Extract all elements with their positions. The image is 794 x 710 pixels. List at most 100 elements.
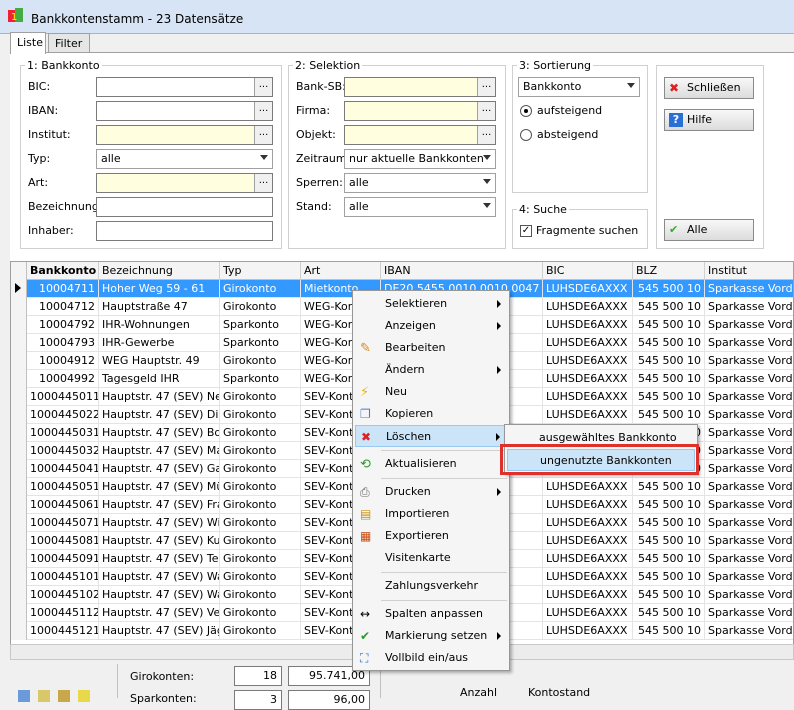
menu-loeschen[interactable]: ✖ Löschen — [355, 425, 507, 447]
scroll-left-icon[interactable] — [31, 647, 39, 657]
sperren-select[interactable]: alle — [344, 173, 496, 193]
col-art[interactable]: Art — [301, 262, 381, 280]
menu-bearbeiten[interactable]: ✎ Bearbeiten — [355, 337, 507, 359]
row-marker[interactable] — [11, 298, 27, 316]
sparkonten-label: Sparkonten: — [130, 692, 197, 705]
row-marker[interactable] — [11, 370, 27, 388]
objekt-lookup-button[interactable]: ... — [477, 126, 495, 144]
iban-input[interactable]: ... — [96, 101, 273, 121]
row-marker[interactable] — [11, 442, 27, 460]
row-marker[interactable] — [11, 388, 27, 406]
fragmente-checkbox[interactable]: ✓ — [520, 225, 532, 237]
table-cell: Sparkasse Vorderp — [705, 550, 793, 568]
menu-markierung-setzen[interactable]: ✔ Markierung setzen — [355, 625, 507, 647]
toolbar-icon[interactable] — [38, 690, 50, 702]
row-marker[interactable] — [11, 406, 27, 424]
col-iban[interactable]: IBAN — [381, 262, 543, 280]
menu-separator — [381, 600, 507, 601]
menu-importieren[interactable]: ▤ Importieren — [355, 503, 507, 525]
row-marker[interactable] — [11, 352, 27, 370]
art-input[interactable]: ... — [96, 173, 273, 193]
art-lookup-button[interactable]: ... — [254, 174, 272, 192]
row-marker[interactable] — [11, 478, 27, 496]
menu-visitenkarte[interactable]: Visitenkarte — [355, 547, 507, 569]
row-marker[interactable] — [11, 514, 27, 532]
bic-lookup-button[interactable]: ... — [254, 78, 272, 96]
table-cell: 1000445102 — [27, 586, 99, 604]
table-cell: Hauptstr. 47 (SEV) Bohn — [99, 424, 220, 442]
row-marker[interactable] — [11, 604, 27, 622]
close-icon: ✖ — [669, 81, 680, 95]
menu-label: Exportieren — [385, 529, 449, 542]
menu-anzeigen[interactable]: Anzeigen — [355, 315, 507, 337]
row-marker[interactable] — [11, 532, 27, 550]
bank-sb-lookup-button[interactable]: ... — [477, 78, 495, 96]
zeitraum-value: nur aktuelle Bankkonten — [349, 152, 484, 165]
sort-asc-radio[interactable] — [520, 105, 532, 117]
menu-spalten-anpassen[interactable]: ↔ Spalten anpassen — [355, 603, 507, 625]
toolbar-icon[interactable] — [18, 690, 30, 702]
table-cell: 545 500 10 — [633, 352, 705, 370]
row-marker[interactable] — [11, 586, 27, 604]
col-bic[interactable]: BIC — [543, 262, 633, 280]
kontostand-label: Kontostand — [528, 686, 591, 699]
menu-label: Markierung setzen — [385, 629, 488, 642]
table-cell: LUHSDE6AXXX — [543, 478, 633, 496]
row-marker[interactable] — [11, 460, 27, 478]
table-cell: Girokonto — [220, 496, 301, 514]
tab-filter[interactable]: Filter — [48, 33, 90, 53]
window-title: Bankkontenstamm - 23 Datensätze — [31, 12, 244, 26]
row-marker[interactable] — [11, 568, 27, 586]
tab-liste[interactable]: Liste — [10, 32, 46, 54]
menu-drucken[interactable]: ⎙ Drucken — [355, 481, 507, 503]
inhaber-input[interactable] — [96, 221, 273, 241]
sperren-value: alle — [349, 176, 369, 189]
table-cell: Hauptstr. 47 (SEV) Frank — [99, 496, 220, 514]
stand-select[interactable]: alle — [344, 197, 496, 217]
row-marker[interactable] — [11, 280, 27, 298]
objekt-input[interactable]: ... — [344, 125, 496, 145]
sortierung-select[interactable]: Bankkonto — [518, 77, 640, 97]
menu-aendern[interactable]: Ändern — [355, 359, 507, 381]
table-cell: 545 500 10 — [633, 280, 705, 298]
row-marker[interactable] — [11, 316, 27, 334]
row-marker[interactable] — [11, 424, 27, 442]
toolbar-icon[interactable] — [58, 690, 70, 702]
close-button[interactable]: ✖ Schließen — [664, 77, 754, 99]
row-marker[interactable] — [11, 550, 27, 568]
table-cell: Girokonto — [220, 532, 301, 550]
bic-input[interactable]: ... — [96, 77, 273, 97]
bank-sb-input[interactable]: ... — [344, 77, 496, 97]
menu-zahlungsverkehr[interactable]: Zahlungsverkehr — [355, 575, 507, 597]
row-marker[interactable] — [11, 496, 27, 514]
institut-lookup-button[interactable]: ... — [254, 126, 272, 144]
zeitraum-select[interactable]: nur aktuelle Bankkonten — [344, 149, 496, 169]
toolbar-icon[interactable] — [78, 690, 90, 702]
table-cell: LUHSDE6AXXX — [543, 280, 633, 298]
sort-desc-radio[interactable] — [520, 129, 532, 141]
all-button[interactable]: ✔ Alle — [664, 219, 754, 241]
table-cell: LUHSDE6AXXX — [543, 370, 633, 388]
col-bezeichnung[interactable]: Bezeichnung — [99, 262, 220, 280]
menu-exportieren[interactable]: ▦ Exportieren — [355, 525, 507, 547]
help-button[interactable]: ? Hilfe — [664, 109, 754, 131]
row-marker[interactable] — [11, 334, 27, 352]
col-blz[interactable]: BLZ — [633, 262, 705, 280]
row-marker[interactable] — [11, 622, 27, 640]
col-institut[interactable]: Institut — [705, 262, 793, 280]
menu-label: Kopieren — [385, 407, 434, 420]
col-typ[interactable]: Typ — [220, 262, 301, 280]
iban-lookup-button[interactable]: ... — [254, 102, 272, 120]
bezeichnung-input[interactable] — [96, 197, 273, 217]
menu-vollbild[interactable]: ⛶ Vollbild ein/aus — [355, 647, 507, 669]
menu-aktualisieren[interactable]: ⟲ Aktualisieren — [355, 453, 507, 475]
firma-input[interactable]: ... — [344, 101, 496, 121]
typ-select[interactable]: alle — [96, 149, 273, 169]
menu-neu[interactable]: ⚡ Neu — [355, 381, 507, 403]
col-bankkonto[interactable]: Bankkonto — [27, 262, 99, 280]
menu-selektieren[interactable]: Selektieren — [355, 293, 507, 315]
menu-kopieren[interactable]: ❐ Kopieren — [355, 403, 507, 425]
firma-lookup-button[interactable]: ... — [477, 102, 495, 120]
table-cell: Sparkasse Vorderp — [705, 334, 793, 352]
institut-input[interactable]: ... — [96, 125, 273, 145]
